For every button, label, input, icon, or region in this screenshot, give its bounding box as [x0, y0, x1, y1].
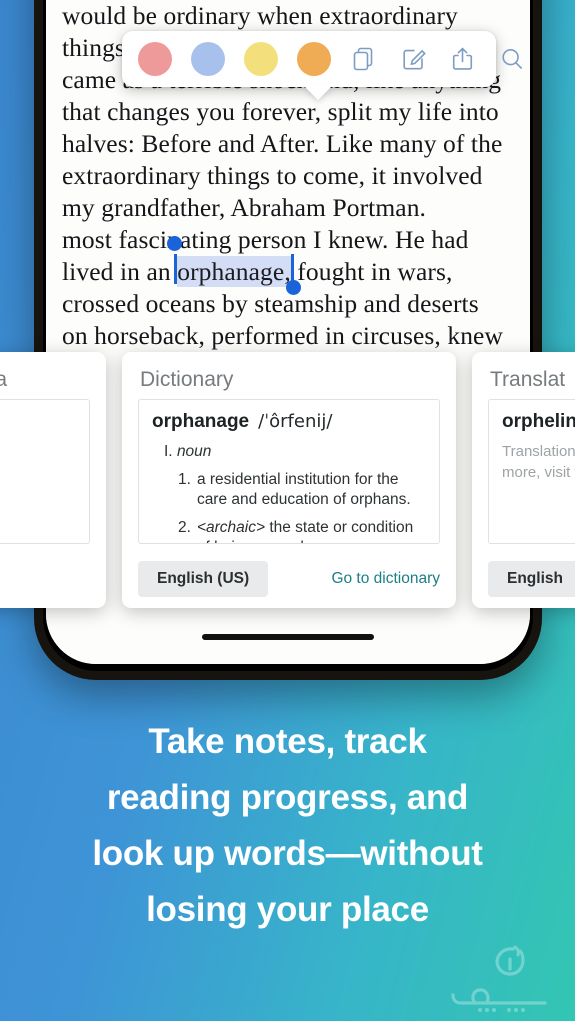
- text-selection-highlight[interactable]: orphanage,: [167, 236, 301, 295]
- sibapp-logo-watermark: [441, 935, 561, 1013]
- card-title-wikipedia: Wikipedia: [0, 368, 8, 391]
- wikipedia-line: ntial: [0, 411, 76, 431]
- dictionary-phonetic: /ˈôrfenij/: [258, 411, 333, 432]
- sense-number: 2.: [178, 519, 191, 536]
- copy-icon[interactable]: [350, 43, 380, 75]
- translation-card[interactable]: Translat orphelina Translations more, vi…: [472, 352, 575, 608]
- card-title-translation: Translat: [490, 368, 566, 391]
- dictionary-headword: orphanage: [152, 411, 250, 432]
- dictionary-headword-row: orphanage/ˈôrfenij/: [152, 411, 426, 433]
- sense-text: <archaic> the state or condition of bein…: [196, 518, 426, 543]
- book-line: on horseback, performed in circuses, kne…: [62, 321, 503, 350]
- highlight-color-orange[interactable]: [297, 42, 331, 76]
- translation-language-button[interactable]: English: [488, 561, 575, 597]
- sense-register: <archaic>: [196, 519, 266, 536]
- selection-handle-end[interactable]: [285, 280, 301, 295]
- wikipedia-card[interactable]: Wikipedia ntial n or group re of o, for …: [0, 352, 106, 608]
- wikipedia-line: re of: [0, 469, 76, 489]
- card-title-dictionary: Dictionary: [140, 368, 234, 391]
- book-line: extraordinary things to come, it involve…: [62, 161, 483, 190]
- caption-line: losing your place: [146, 890, 429, 929]
- pos-number: I.: [164, 443, 173, 460]
- dictionary-card-body: orphanage/ˈôrfenij/ I. noun 1. a residen…: [138, 399, 440, 544]
- translation-note-line: Translations: [502, 443, 575, 460]
- caption-line: reading progress, and: [106, 778, 469, 817]
- highlight-color-blue[interactable]: [191, 42, 225, 76]
- book-line-obscured: most fascinating person I knew. He had: [62, 225, 469, 254]
- book-line: would be ordinary when extraordinary: [62, 1, 458, 30]
- caption-line: look up words—without: [92, 834, 483, 873]
- translation-headword: orphelina: [502, 411, 575, 432]
- sense-number: 1.: [178, 471, 191, 488]
- wikipedia-card-footer: o Wikipedia: [0, 550, 106, 608]
- dictionary-part-of-speech: I. noun: [164, 443, 426, 461]
- translation-note-line: more, visit v: [502, 464, 575, 481]
- selected-line-prefix: lived in an: [62, 257, 178, 286]
- wikipedia-line: n or group: [0, 440, 76, 460]
- lookup-card-carousel[interactable]: Wikipedia ntial n or group re of o, for …: [0, 352, 575, 608]
- book-line: that changes you forever, split my life …: [62, 97, 499, 126]
- sense-text: a residential institution for the care a…: [196, 471, 411, 508]
- selected-word-text: orphanage,: [177, 257, 291, 286]
- selection-action-toolbar[interactable]: [122, 31, 522, 87]
- dictionary-sense: 1. a residential institution for the car…: [178, 470, 426, 509]
- pos-label: noun: [176, 443, 212, 460]
- wikipedia-card-body: ntial n or group re of o, for e cared mi…: [0, 399, 90, 544]
- dictionary-card[interactable]: Dictionary orphanage/ˈôrfenij/ I. noun 1…: [122, 352, 456, 608]
- toolbar-pointer-arrow: [303, 85, 333, 100]
- highlight-color-pink[interactable]: [138, 42, 172, 76]
- highlight-color-yellow[interactable]: [244, 42, 278, 76]
- note-icon[interactable]: [399, 43, 429, 75]
- promo-caption: Take notes, track reading progress, and …: [0, 714, 575, 938]
- dictionary-sense: 2. <archaic> the state or condition of b…: [178, 518, 426, 543]
- wikipedia-line: o, for: [0, 498, 76, 518]
- book-line: halves: Before and After. Like many of t…: [62, 129, 503, 158]
- share-icon[interactable]: [448, 43, 478, 75]
- search-icon[interactable]: [497, 43, 527, 75]
- wikipedia-line: e cared: [0, 527, 76, 543]
- translation-card-footer: English: [472, 550, 575, 608]
- selected-line-suffix: fought in wars,: [290, 257, 453, 286]
- dictionary-card-footer: English (US) Go to dictionary: [122, 550, 456, 608]
- selection-bar-start: [174, 254, 178, 284]
- book-line: my grandfather, Abraham Portman.: [62, 193, 427, 222]
- book-line-selected: lived in an orphanage, fought in wars,: [62, 236, 514, 295]
- go-to-dictionary-link[interactable]: Go to dictionary: [331, 570, 440, 588]
- caption-line: Take notes, track: [148, 722, 427, 761]
- translation-card-body: orphelina Translations more, visit v: [488, 399, 575, 544]
- home-indicator[interactable]: [202, 634, 374, 640]
- dictionary-language-button[interactable]: English (US): [138, 561, 269, 597]
